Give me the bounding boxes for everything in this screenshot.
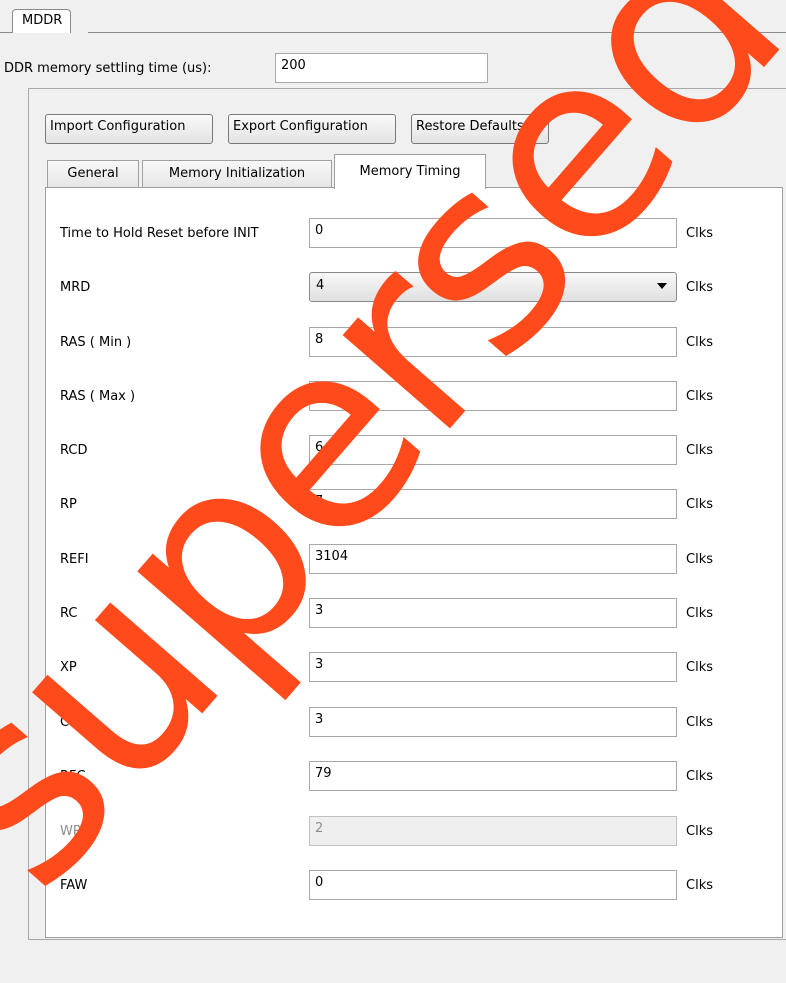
unit-label: Clks	[686, 824, 713, 839]
chevron-down-icon	[657, 283, 667, 289]
time-to-hold-reset-input[interactable]: 0	[309, 218, 677, 248]
tab-general[interactable]: General	[47, 160, 139, 188]
label-rp: RP	[60, 497, 77, 512]
unit-label: Clks	[686, 769, 713, 784]
refi-input[interactable]: 3104	[309, 544, 677, 574]
label-cke: CKE	[60, 715, 86, 730]
wr-input: 2	[309, 816, 677, 846]
ras-min-input[interactable]: 8	[309, 327, 677, 357]
settling-time-input[interactable]: 200	[275, 53, 488, 83]
outer-tab-line	[0, 32, 12, 33]
unit-label: Clks	[686, 443, 713, 458]
export-configuration-button[interactable]: Export Configuration	[228, 114, 396, 144]
rcd-input[interactable]: 6	[309, 435, 677, 465]
mrd-select[interactable]: 4	[309, 272, 677, 302]
restore-defaults-button[interactable]: Restore Defaults	[411, 114, 549, 144]
unit-label: Clks	[686, 606, 713, 621]
label-ras-min: RAS ( Min )	[60, 335, 132, 350]
rc-input[interactable]: 3	[309, 598, 677, 628]
rfc-input[interactable]: 79	[309, 761, 677, 791]
ras-max-input[interactable]: 8192	[309, 381, 677, 411]
label-faw: FAW	[60, 878, 88, 893]
rp-input[interactable]: 7	[309, 489, 677, 519]
unit-label: Clks	[686, 335, 713, 350]
mrd-select-value: 4	[316, 278, 325, 293]
label-rfc: RFC	[60, 769, 86, 784]
label-xp: XP	[60, 660, 77, 675]
unit-label: Clks	[686, 226, 713, 241]
cke-input[interactable]: 3	[309, 707, 677, 737]
label-ras-max: RAS ( Max )	[60, 389, 136, 404]
outer-tab-line	[88, 32, 786, 33]
unit-label: Clks	[686, 552, 713, 567]
tab-mddr[interactable]: MDDR	[12, 9, 72, 33]
label-wr: WR	[60, 824, 82, 839]
label-rcd: RCD	[60, 443, 88, 458]
label-mrd: MRD	[60, 280, 91, 295]
import-configuration-button[interactable]: Import Configuration	[45, 114, 213, 144]
label-refi: REFI	[60, 552, 89, 567]
tab-memory-initialization[interactable]: Memory Initialization	[142, 160, 332, 188]
unit-label: Clks	[686, 878, 713, 893]
unit-label: Clks	[686, 389, 713, 404]
faw-input[interactable]: 0	[309, 870, 677, 900]
unit-label: Clks	[686, 280, 713, 295]
label-rc: RC	[60, 606, 78, 621]
unit-label: Clks	[686, 660, 713, 675]
unit-label: Clks	[686, 497, 713, 512]
xp-input[interactable]: 3	[309, 652, 677, 682]
settling-time-label: DDR memory settling time (us):	[4, 61, 212, 76]
tab-memory-timing[interactable]: Memory Timing	[334, 154, 486, 189]
label-time-to-hold-reset: Time to Hold Reset before INIT	[60, 226, 259, 241]
unit-label: Clks	[686, 715, 713, 730]
